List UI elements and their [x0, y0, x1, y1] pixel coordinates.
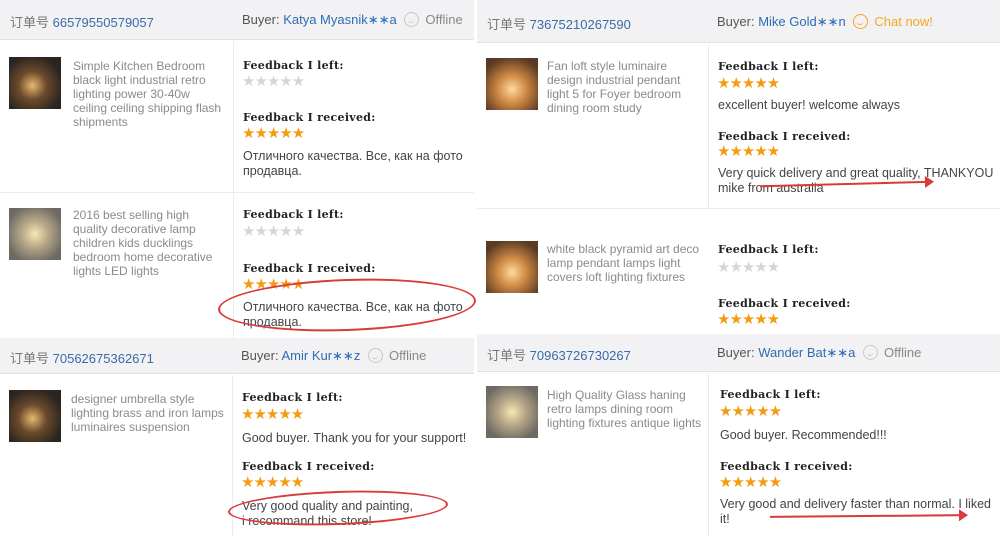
order-item-row: Simple Kitchen Bedroom black light indus…: [0, 41, 474, 193]
product-thumbnail[interactable]: [9, 208, 61, 260]
product-title-link[interactable]: white black pyramid art deco lamp pendan…: [547, 242, 703, 284]
buyer-info: Buyer: Mike Gold∗∗n Chat now!: [717, 14, 933, 30]
order-number-link[interactable]: 73675210267590: [530, 17, 631, 32]
buyer-info: Buyer: Wander Bat∗∗a Offline: [717, 345, 921, 361]
rating-stars-5: ★★★★★: [241, 406, 304, 423]
order-number-link[interactable]: 70562675362671: [53, 351, 154, 366]
order-card-2: 订单号 73675210267590 Buyer: Mike Gold∗∗n C…: [477, 0, 1000, 334]
buyer-name-link[interactable]: Wander Bat∗∗a: [758, 345, 855, 360]
product-cell: white black pyramid art deco lamp pendan…: [477, 209, 709, 334]
buyer-status: Offline: [425, 12, 463, 27]
order-number-link[interactable]: 70963726730267: [530, 348, 631, 363]
buyer-label: Buyer:: [241, 348, 279, 363]
feedback-left-label: Feedback I left:: [718, 60, 819, 73]
order-header: 订单号 66579550579057 Buyer: Katya Myasnik∗…: [0, 0, 474, 40]
smiley-face-icon: [863, 345, 879, 360]
rating-stars-5: ★★★★★: [242, 125, 305, 142]
order-item-row: white black pyramid art deco lamp pendan…: [477, 209, 1000, 334]
product-thumbnail[interactable]: [9, 390, 61, 442]
feedback-received-label: Feedback I received:: [243, 262, 376, 275]
rating-stars-empty: ★★★★★: [717, 259, 780, 276]
rating-stars-5: ★★★★★: [717, 311, 780, 328]
feedback-cell: Feedback I left: ★★★★★ Feedback I receiv…: [234, 41, 474, 192]
product-cell: designer umbrella style lighting brass a…: [0, 375, 233, 536]
feedback-received-text-line2: it!: [720, 512, 730, 526]
feedback-left-label: Feedback I left:: [243, 208, 344, 221]
order-item-row: High Quality Glass haning retro lamps di…: [477, 373, 1000, 536]
rating-stars-empty: ★★★★★: [242, 73, 305, 90]
feedback-received-label: Feedback I received:: [242, 460, 375, 473]
order-number: 订单号 70963726730267: [487, 345, 631, 364]
order-number-label: 订单号: [10, 351, 50, 366]
buyer-label: Buyer:: [717, 14, 755, 29]
smiley-face-icon: [404, 12, 420, 27]
feedback-cell: Feedback I left: ★★★★★ Good buyer. Recom…: [709, 373, 1000, 536]
rating-stars-5: ★★★★★: [717, 143, 780, 160]
product-thumbnail[interactable]: [486, 386, 538, 438]
feedback-received-text: Отличного качества. Все, как на фото: [243, 149, 463, 163]
order-number-link[interactable]: 66579550579057: [53, 15, 154, 30]
product-title-link[interactable]: High Quality Glass haning retro lamps di…: [547, 388, 702, 430]
feedback-left-label: Feedback I left:: [243, 59, 344, 72]
smiley-face-icon: [367, 348, 383, 363]
product-cell: Simple Kitchen Bedroom black light indus…: [0, 41, 234, 192]
product-title-link[interactable]: designer umbrella style lighting brass a…: [71, 392, 226, 434]
feedback-received-text-line2: продавца.: [243, 164, 302, 178]
order-number-label: 订单号: [487, 17, 527, 32]
product-title-link[interactable]: Simple Kitchen Bedroom black light indus…: [73, 59, 227, 129]
product-cell: 2016 best selling high quality decorativ…: [0, 193, 234, 338]
product-title-link[interactable]: Fan loft style luminaire design industri…: [547, 59, 702, 115]
buyer-name-link[interactable]: Mike Gold∗∗n: [758, 14, 846, 29]
buyer-name-link[interactable]: Katya Myasnik∗∗a: [283, 12, 397, 27]
feedback-received-label: Feedback I received:: [720, 460, 853, 473]
feedback-received-label: Feedback I received:: [243, 111, 376, 124]
product-thumbnail[interactable]: [9, 57, 61, 109]
feedback-received-label: Feedback I received:: [718, 130, 851, 143]
buyer-info: Buyer: Amir Kur∗∗z Offline: [241, 348, 426, 364]
order-item-row: Fan loft style luminaire design industri…: [477, 44, 1000, 209]
feedback-left-label: Feedback I left:: [718, 243, 819, 256]
feedback-received-text: Very quick delivery and great quality, T…: [718, 166, 994, 180]
product-thumbnail[interactable]: [486, 241, 538, 293]
feedback-received-label: Feedback I received:: [718, 297, 851, 310]
buyer-info: Buyer: Katya Myasnik∗∗a Offline: [242, 12, 463, 28]
feedback-left-text: Good buyer. Recommended!!!: [720, 428, 887, 442]
order-number-label: 订单号: [487, 348, 527, 363]
smiley-face-icon: [853, 14, 869, 29]
order-header: 订单号 70963726730267 Buyer: Wander Bat∗∗a …: [477, 334, 1000, 372]
rating-stars-empty: ★★★★★: [242, 223, 305, 240]
product-thumbnail[interactable]: [486, 58, 538, 110]
feedback-left-text: excellent buyer! welcome always: [718, 98, 901, 112]
feedback-left-label: Feedback I left:: [242, 391, 343, 404]
buyer-name-link[interactable]: Amir Kur∗∗z: [281, 348, 360, 363]
order-number: 订单号 73675210267590: [487, 14, 631, 33]
order-number: 订单号 70562675362671: [10, 348, 154, 367]
order-number: 订单号 66579550579057: [10, 12, 154, 31]
feedback-left-text: Good buyer. Thank you for your support!: [242, 431, 467, 445]
buyer-label: Buyer:: [242, 12, 280, 27]
buyer-status: Offline: [388, 348, 427, 363]
buyer-label: Buyer:: [717, 345, 755, 360]
rating-stars-5: ★★★★★: [241, 474, 304, 491]
feedback-received-text: Very good and delivery faster than norma…: [720, 497, 991, 511]
buyer-status: Offline: [884, 345, 922, 360]
feedback-left-label: Feedback I left:: [720, 388, 821, 401]
feedback-cell: Feedback I left: ★★★★★ Feedback I receiv…: [709, 209, 1000, 334]
product-cell: High Quality Glass haning retro lamps di…: [477, 373, 709, 536]
rating-stars-5: ★★★★★: [719, 474, 782, 491]
order-header: 订单号 70562675362671 Buyer: Amir Kur∗∗z Of…: [0, 338, 474, 374]
rating-stars-5: ★★★★★: [717, 75, 780, 92]
product-cell: Fan loft style luminaire design industri…: [477, 44, 709, 208]
chat-now-link[interactable]: Chat now!: [874, 14, 933, 29]
product-title-link[interactable]: 2016 best selling high quality decorativ…: [73, 208, 227, 278]
order-number-label: 订单号: [10, 15, 50, 30]
order-card-4: 订单号 70963726730267 Buyer: Wander Bat∗∗a …: [477, 334, 1000, 536]
rating-stars-5: ★★★★★: [719, 403, 782, 420]
order-header: 订单号 73675210267590 Buyer: Mike Gold∗∗n C…: [477, 0, 1000, 43]
